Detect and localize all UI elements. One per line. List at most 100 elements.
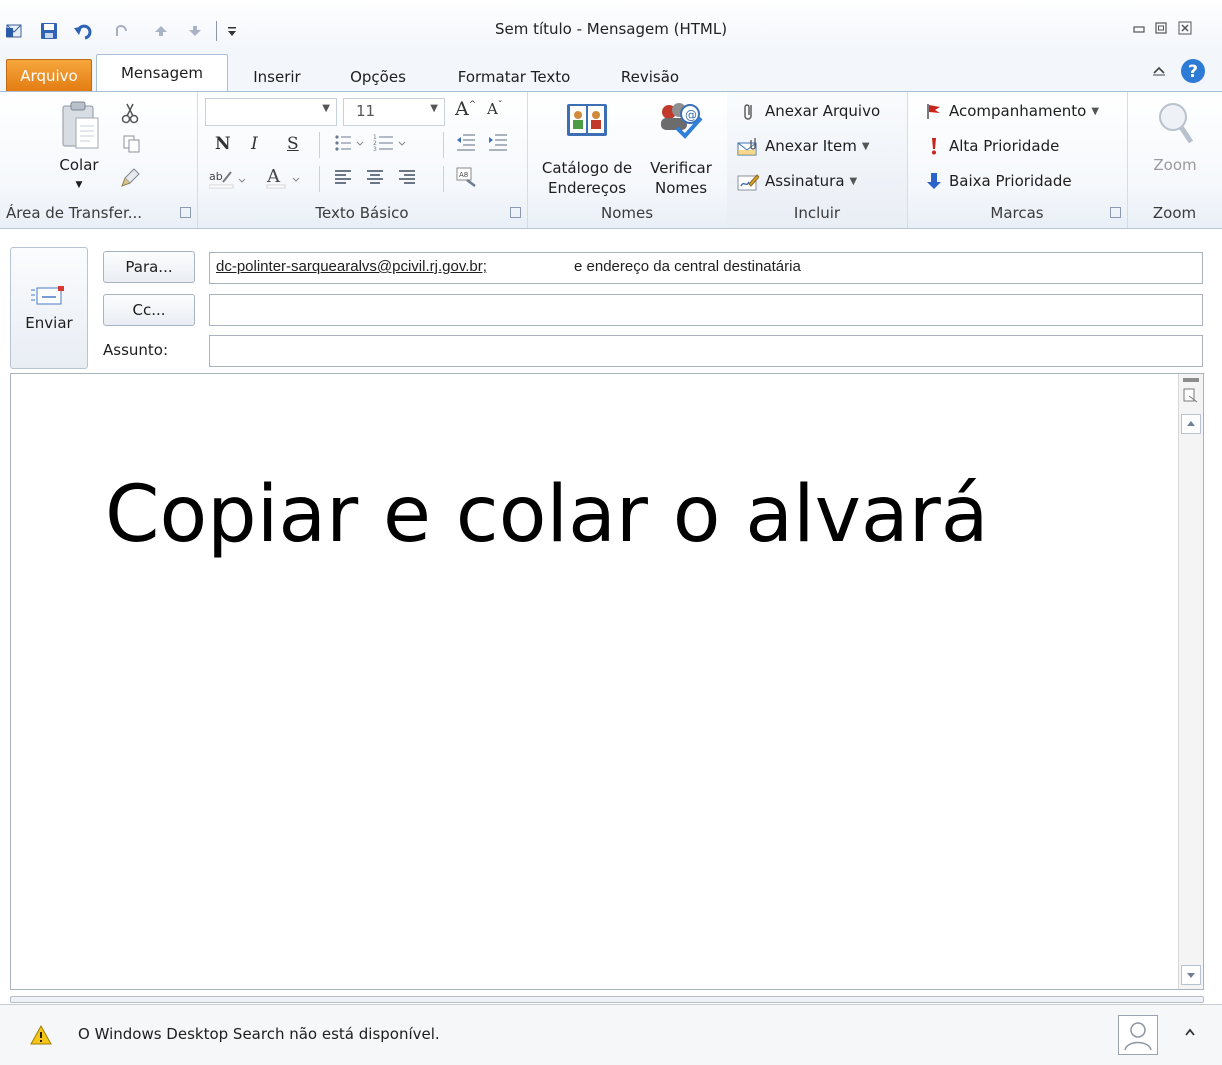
signature-label: Assinatura xyxy=(765,172,845,190)
copy-icon[interactable] xyxy=(122,134,142,158)
tab-formatar-texto[interactable]: Formatar Texto xyxy=(446,62,582,92)
align-center-icon[interactable] xyxy=(365,168,385,192)
paperclip-icon xyxy=(741,102,759,120)
font-color-icon[interactable]: A xyxy=(265,166,309,194)
ribbon: Colar ▼ Área de Transfer... ▼ 11 ▼ A^ Aˇ… xyxy=(0,91,1222,229)
flag-icon xyxy=(925,102,943,120)
signature-button[interactable]: Assinatura ▼ xyxy=(737,172,857,191)
styles-icon[interactable]: A8 xyxy=(455,166,479,194)
chevron-down-icon: ▼ xyxy=(430,103,438,114)
grow-font-icon[interactable]: A^ xyxy=(455,98,476,120)
message-body[interactable]: Copiar e colar o alvará xyxy=(10,373,1204,990)
low-priority-label: Baixa Prioridade xyxy=(949,172,1072,190)
shrink-font-icon[interactable]: Aˇ xyxy=(487,100,502,118)
follow-up-button[interactable]: Acompanhamento ▼ xyxy=(925,102,1099,120)
format-painter-icon[interactable] xyxy=(120,166,142,192)
expand-people-pane-icon[interactable] xyxy=(1182,1025,1198,1041)
low-priority-button[interactable]: Baixa Prioridade xyxy=(925,172,1072,190)
group-label-tags: Marcas xyxy=(990,204,1044,222)
attach-item-label: Anexar Item xyxy=(765,137,857,155)
ruler-toggle-icon[interactable] xyxy=(1183,378,1199,382)
high-priority-button[interactable]: Alta Prioridade xyxy=(925,137,1059,155)
separator xyxy=(443,132,444,158)
send-button[interactable]: Enviar xyxy=(10,247,88,369)
highlight-icon[interactable]: ab xyxy=(208,168,249,194)
separator xyxy=(443,166,444,192)
align-left-icon[interactable] xyxy=(333,168,353,192)
chevron-down-icon: ▼ xyxy=(322,103,330,114)
ribbon-tabs: Arquivo Mensagem Inserir Opções Formatar… xyxy=(0,50,1222,93)
svg-text:@: @ xyxy=(685,108,697,122)
to-field[interactable]: dc-polinter-sarquearalvs@pcivil.rj.gov.b… xyxy=(209,252,1203,284)
group-clipboard: Colar ▼ Área de Transfer... xyxy=(0,92,198,228)
subject-label: Assunto: xyxy=(103,341,169,359)
maximize-button[interactable] xyxy=(1150,20,1172,40)
dialog-launcher-icon[interactable] xyxy=(1110,207,1121,218)
paste-button[interactable]: Colar ▼ xyxy=(54,100,104,192)
cc-button[interactable]: Cc... xyxy=(103,294,195,326)
tab-opcoes[interactable]: Opções xyxy=(338,62,418,92)
check-names-button[interactable]: @ Verificar Nomes xyxy=(643,96,719,200)
tab-revisao[interactable]: Revisão xyxy=(610,62,690,92)
contact-photo[interactable] xyxy=(1118,1015,1158,1055)
bullets-icon[interactable] xyxy=(333,132,367,158)
check-names-label-1: Verificar xyxy=(650,159,712,177)
to-recipient[interactable]: dc-polinter-sarquearalvs@pcivil.rj.gov.b… xyxy=(216,258,487,275)
dialog-launcher-icon[interactable] xyxy=(510,207,521,218)
separator xyxy=(319,166,320,192)
group-label-basic-text: Texto Básico xyxy=(315,204,409,222)
dialog-launcher-icon[interactable] xyxy=(180,207,191,218)
help-icon[interactable]: ? xyxy=(1180,58,1206,84)
exclamation-icon xyxy=(925,137,943,155)
underline-button[interactable]: S xyxy=(287,134,299,154)
group-label-zoom: Zoom xyxy=(1152,204,1197,222)
attach-item-button[interactable]: Anexar Item ▼ xyxy=(737,137,870,156)
svg-text:A8: A8 xyxy=(459,171,468,179)
tab-mensagem[interactable]: Mensagem xyxy=(96,54,228,92)
align-right-icon[interactable] xyxy=(397,168,417,192)
chevron-down-icon: ▼ xyxy=(1091,105,1100,117)
cc-field[interactable] xyxy=(209,294,1203,326)
cut-icon[interactable] xyxy=(120,102,140,128)
splitter[interactable] xyxy=(10,996,1204,1003)
font-name-select[interactable]: ▼ xyxy=(205,98,337,126)
check-names-icon: @ xyxy=(661,103,703,139)
zoom-button[interactable]: Zoom xyxy=(1137,96,1213,186)
minimize-ribbon-icon[interactable] xyxy=(1150,62,1170,82)
scroll-down-button[interactable] xyxy=(1181,965,1201,985)
tab-inserir[interactable]: Inserir xyxy=(240,62,314,92)
vertical-scrollbar[interactable] xyxy=(1178,374,1203,989)
decrease-indent-icon[interactable] xyxy=(455,132,477,158)
group-names: Catálogo de Endereços @ Verificar Nomes … xyxy=(527,92,728,228)
check-names-label-2: Nomes xyxy=(654,179,708,197)
attach-file-button[interactable]: Anexar Arquivo xyxy=(741,102,880,120)
group-label-clipboard: Área de Transfer... xyxy=(6,204,143,222)
bold-button[interactable]: N xyxy=(215,134,231,154)
italic-button[interactable]: I xyxy=(251,134,258,154)
attach-file-label: Anexar Arquivo xyxy=(765,102,881,120)
to-button[interactable]: Para... xyxy=(103,251,195,283)
status-message: O Windows Desktop Search não está dispon… xyxy=(78,1025,440,1043)
body-text: Copiar e colar o alvará xyxy=(105,470,989,560)
group-tags: Acompanhamento ▼ Alta Prioridade Baixa Pr… xyxy=(907,92,1128,228)
numbering-icon[interactable]: 123 xyxy=(373,132,409,158)
group-include: Anexar Arquivo Anexar Item ▼ Assinatura ▼ … xyxy=(727,92,908,228)
font-size-select[interactable]: 11 ▼ xyxy=(343,98,445,126)
close-button[interactable] xyxy=(1174,20,1196,40)
scroll-up-button[interactable] xyxy=(1181,414,1201,434)
title-bar: Sem título - Mensagem (HTML) xyxy=(0,0,1222,50)
person-icon xyxy=(1124,1022,1152,1051)
follow-up-label: Acompanhamento xyxy=(949,102,1087,120)
tab-arquivo[interactable]: Arquivo xyxy=(6,59,92,93)
separator xyxy=(319,132,320,158)
svg-text:3: 3 xyxy=(373,146,377,153)
send-label: Enviar xyxy=(25,314,73,332)
increase-indent-icon[interactable] xyxy=(487,132,509,158)
svg-text:?: ? xyxy=(1188,62,1198,82)
subject-field[interactable] xyxy=(209,335,1203,367)
signature-icon xyxy=(737,172,760,191)
view-ruler-icon[interactable] xyxy=(1183,388,1199,408)
minimize-button[interactable] xyxy=(1128,20,1150,40)
magnifier-icon xyxy=(1159,103,1194,144)
address-book-button[interactable]: Catálogo de Endereços xyxy=(537,96,637,200)
